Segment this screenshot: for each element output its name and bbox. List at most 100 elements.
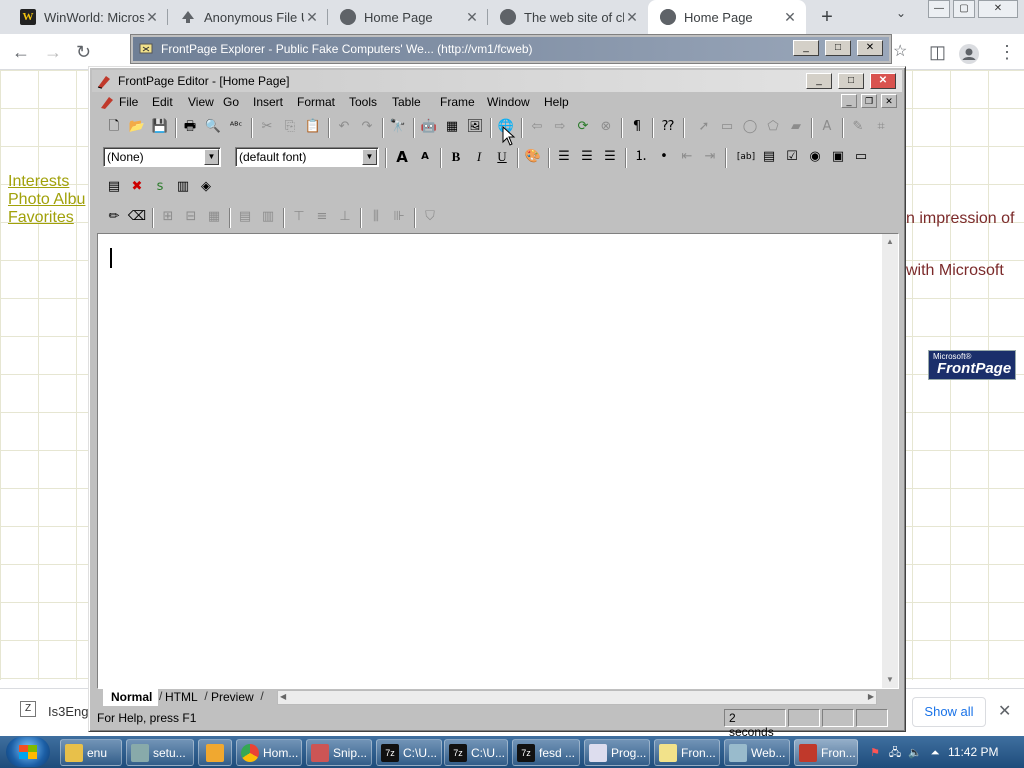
menu-tools[interactable]: Tools (349, 95, 377, 109)
eraser-icon[interactable]: ⌫ (126, 206, 148, 228)
profile-avatar-icon[interactable] (959, 44, 979, 64)
close-button[interactable]: ✕ (978, 0, 1018, 18)
select-pointer-icon[interactable]: ➚ (693, 116, 715, 138)
style-select[interactable]: (None) ▼ (103, 147, 221, 167)
scroll-up-arrow-icon[interactable]: ▲ (882, 234, 898, 250)
insert-cell-icon[interactable]: ▦ (203, 206, 225, 228)
menu-window[interactable]: Window (487, 95, 530, 109)
editor-minimize-button[interactable]: _ (806, 73, 832, 89)
distribute-columns-icon[interactable]: ⊪ (388, 206, 410, 228)
browser-tab-anonymous-file[interactable]: Anonymous File U ✕ (168, 0, 328, 34)
align-top-icon[interactable]: ⊤ (288, 206, 310, 228)
explorer-close-button[interactable]: ✕ (857, 40, 883, 56)
tab-close-icon[interactable]: ✕ (304, 9, 320, 26)
vertical-scrollbar[interactable]: ▲ ▼ (882, 234, 898, 688)
menu-view[interactable]: View (188, 95, 214, 109)
scroll-down-arrow-icon[interactable]: ▼ (882, 672, 898, 688)
split-cells-icon[interactable]: ▥ (257, 206, 279, 228)
redo-icon[interactable]: ↷ (356, 116, 378, 138)
editor-close-button[interactable]: ✕ (870, 73, 896, 89)
insert-rows-icon[interactable]: ⊞ (157, 206, 179, 228)
show-explorer-icon[interactable]: 🔭 (387, 116, 409, 138)
align-right-icon[interactable]: ☰ (599, 146, 621, 168)
action-center-flag-icon[interactable]: ⚑ (868, 746, 882, 760)
tab-search-chevron-icon[interactable]: ⌄ (896, 6, 906, 20)
copy-icon[interactable]: ⎘ (279, 116, 301, 138)
align-bottom-icon[interactable]: ⊥ (334, 206, 356, 228)
print-icon[interactable]: 🖶 (179, 116, 201, 138)
download-bar-close-icon[interactable]: ✕ (998, 701, 1011, 721)
help-pointer-icon[interactable]: ⁇ (657, 116, 679, 138)
polygon-hotspot-icon[interactable]: ⬠ (762, 116, 784, 138)
forward-icon[interactable]: ⇨ (549, 116, 571, 138)
taskbar-item-chrome[interactable]: Hom... (236, 739, 302, 766)
forward-arrow-icon[interactable]: → (44, 42, 62, 62)
save-disk-icon[interactable]: 💾 (149, 116, 171, 138)
menu-frame[interactable]: Frame (440, 95, 475, 109)
explorer-titlebar[interactable]: FrontPage Explorer - Public Fake Compute… (133, 37, 889, 61)
increase-indent-icon[interactable]: ⇥ (699, 146, 721, 168)
scroll-left-arrow-icon[interactable]: ◀ (280, 692, 286, 701)
delete-form-icon[interactable]: ✖ (126, 176, 148, 198)
maximize-button[interactable]: ▢ (953, 0, 975, 18)
taskbar-item-enu[interactable]: enu (60, 739, 122, 766)
merge-cells-icon[interactable]: ▤ (234, 206, 256, 228)
tab-close-icon[interactable]: ✕ (464, 9, 480, 26)
circle-hotspot-icon[interactable]: ◯ (739, 116, 761, 138)
taskbar-item-setup[interactable]: setu... (126, 739, 194, 766)
make-transparent-icon[interactable]: ✎ (847, 116, 869, 138)
document-restore-button[interactable]: ❐ (861, 94, 877, 108)
open-folder-icon[interactable]: 📂 (126, 116, 148, 138)
text-tool-icon[interactable]: A (816, 116, 838, 138)
text-color-icon[interactable]: 🎨 (522, 146, 544, 168)
taskbar-item-web[interactable]: Web... (724, 739, 790, 766)
underline-icon[interactable]: U (491, 146, 513, 168)
increase-text-size-icon[interactable]: A (391, 146, 413, 168)
taskbar-item-7zip-1[interactable]: 7z C:\U... (376, 739, 442, 766)
insert-webbot-icon[interactable]: 🤖 (418, 116, 440, 138)
push-button-icon[interactable]: ▭ (850, 146, 872, 168)
radio-button-icon[interactable]: ◉ (804, 146, 826, 168)
explorer-minimize-button[interactable]: _ (793, 40, 819, 56)
menu-file[interactable]: File (119, 95, 138, 109)
video-icon[interactable]: ▥ (172, 176, 194, 198)
browser-tab-home-page-active[interactable]: Home Page ✕ (648, 0, 806, 34)
insert-image-icon[interactable]: 🖼 (464, 116, 486, 138)
horizontal-scrollbar[interactable]: ◀ ▶ (277, 690, 877, 705)
menu-help[interactable]: Help (544, 95, 569, 109)
spelling-icon[interactable]: ᴬᴮᶜ (225, 116, 247, 138)
insert-columns-icon[interactable]: ⊟ (180, 206, 202, 228)
show-paragraph-marks-icon[interactable]: ¶ (626, 116, 648, 138)
editor-maximize-button[interactable]: □ (838, 73, 864, 89)
cut-icon[interactable]: ✂ (256, 116, 278, 138)
taskbar-item-frontpage-editor[interactable]: Fron... (794, 739, 858, 766)
decrease-text-size-icon[interactable]: A (414, 146, 436, 168)
draw-table-pencil-icon[interactable]: ✏ (103, 206, 125, 228)
frontpage-explorer-window[interactable]: FrontPage Explorer - Public Fake Compute… (130, 34, 892, 64)
new-page-icon[interactable]: 🗋 (103, 116, 125, 138)
menu-edit[interactable]: Edit (152, 95, 173, 109)
menu-table[interactable]: Table (392, 95, 421, 109)
tray-arrow-icon[interactable]: ⏶ (928, 746, 942, 760)
highlight-hotspots-icon[interactable]: ▰ (785, 116, 807, 138)
form-properties-icon[interactable]: ▤ (103, 176, 125, 198)
font-select[interactable]: (default font) ▼ (235, 147, 379, 167)
back-arrow-icon[interactable]: ← (12, 42, 30, 62)
tab-close-icon[interactable]: ✕ (782, 9, 798, 26)
document-editing-area[interactable]: ▲ ▼ (97, 233, 899, 689)
link-photo-album[interactable]: Photo Albu (8, 191, 85, 209)
taskbar-item-program[interactable]: Prog... (584, 739, 650, 766)
document-minimize-button[interactable]: _ (841, 94, 857, 108)
new-tab-button[interactable]: + (816, 6, 838, 28)
one-line-text-box-icon[interactable]: [ab] (735, 146, 757, 168)
download-item[interactable]: Is3Eng (48, 704, 88, 719)
bookmark-star-icon[interactable]: ☆ (893, 42, 907, 62)
scroll-right-arrow-icon[interactable]: ▶ (868, 692, 874, 701)
bold-icon[interactable]: B (445, 146, 467, 168)
fill-color-bucket-icon[interactable]: ⛉ (419, 206, 441, 228)
menu-kebab-icon[interactable]: ⋮ (998, 42, 1016, 62)
browser-tab-home-page[interactable]: Home Page ✕ (328, 0, 488, 34)
link-favorites[interactable]: Favorites (8, 209, 74, 227)
taskbar-item-media[interactable] (198, 739, 232, 766)
rectangle-hotspot-icon[interactable]: ▭ (716, 116, 738, 138)
